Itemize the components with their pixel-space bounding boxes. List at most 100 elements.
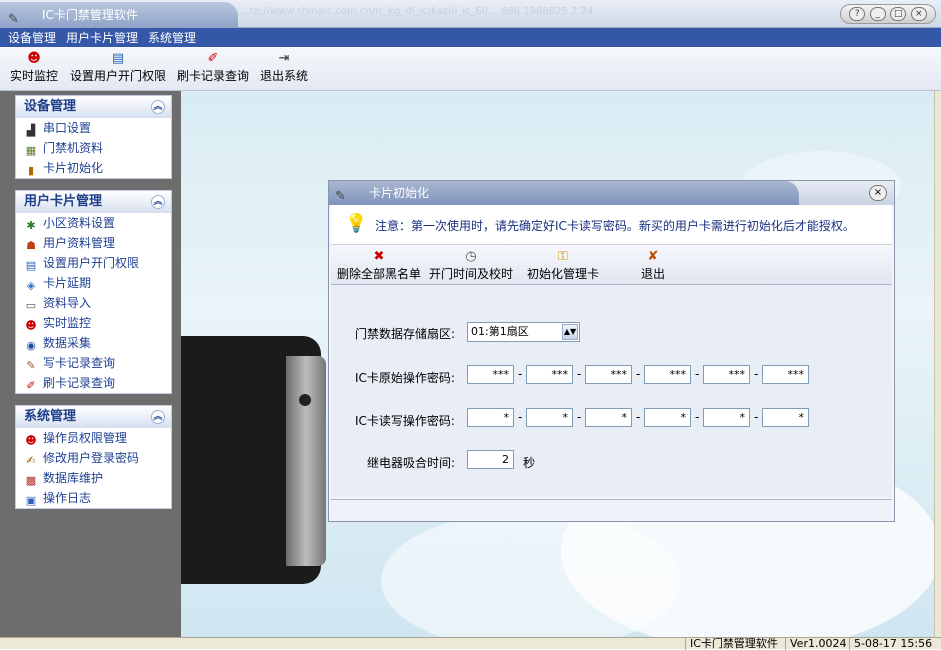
status-bar: IC卡门禁管理软件 Ver1.00240 5-08-17 15:56 [0, 637, 941, 650]
log-icon: ▣ [25, 494, 37, 507]
card-init-form: 门禁数据存储扇区: 01:第1扇区 ▲▼ IC卡原始操作密码: *** - **… [331, 285, 892, 497]
toolbar-swipe-record-button[interactable]: ✐ 刷卡记录查询 [177, 51, 249, 84]
sidebar-item-operator-permission[interactable]: ☻ 操作员权限管理 [16, 428, 171, 448]
panel-header[interactable]: 系统管理 ︽ [16, 406, 171, 428]
orig-password-field-6[interactable]: *** [762, 365, 809, 384]
dialog-close-icon[interactable]: × [869, 185, 887, 201]
maximize-icon[interactable]: □ [890, 7, 907, 21]
panel-header[interactable]: 用户卡片管理 ︽ [16, 191, 171, 213]
sidebar-item-import[interactable]: ▭ 资料导入 [16, 293, 171, 313]
separator-dash: - [518, 410, 523, 424]
menu-device-management[interactable]: 设备管理 [8, 29, 56, 46]
rw-password-field-4[interactable]: * [644, 408, 691, 427]
write-record-icon: ✎ [26, 359, 36, 372]
collapse-icon[interactable]: ︽ [151, 195, 165, 209]
window-title: IC卡门禁管理软件 [42, 8, 138, 22]
toolbar-set-permission-button[interactable]: ▤ 设置用户开门权限 [70, 51, 166, 84]
sidebar-item-card-extend[interactable]: ◈ 卡片延期 [16, 273, 171, 293]
sidebar-item-door-controller[interactable]: ▦ 门禁机资料 [16, 138, 171, 158]
sidebar-item-write-record[interactable]: ✎ 写卡记录查询 [16, 353, 171, 373]
sidebar-item-card-init[interactable]: ▮ 卡片初始化 [16, 158, 171, 178]
toolbar-label: 刷卡记录查询 [177, 69, 250, 83]
main-toolbar: ☻ 实时监控 ▤ 设置用户开门权限 ✐ 刷卡记录查询 ⇥ 退出系统 [0, 47, 941, 91]
panel-title: 设备管理 [24, 99, 77, 114]
sidebar-item-label: 数据采集 [43, 336, 92, 350]
panel-device-management: 设备管理 ︽ ▟ 串口设置 ▦ 门禁机资料 ▮ 卡片初始化 [15, 95, 172, 179]
toolbar-label: 初始化管理卡 [527, 267, 600, 281]
sidebar: 设备管理 ︽ ▟ 串口设置 ▦ 门禁机资料 ▮ 卡片初始化 用户卡片管理 ︽ ✱ 小区资料设… [0, 91, 181, 637]
sector-select[interactable]: 01:第1扇区 ▲▼ [467, 322, 580, 342]
orig-password-field-5[interactable]: *** [703, 365, 750, 384]
notice-panel: 💡 注意：第一次使用时，请先确定好IC卡读写密码。新买的用户卡需进行初始化后才能… [331, 205, 892, 245]
close-icon[interactable]: × [910, 7, 927, 21]
separator-dash: - [577, 367, 582, 381]
door-time-sync-button[interactable]: ◷ 开门时间及校时 [429, 249, 513, 282]
dialog-exit-button[interactable]: ✘ 退出 [641, 249, 665, 282]
orig-password-field-1[interactable]: *** [467, 365, 514, 384]
rw-password-field-1[interactable]: * [467, 408, 514, 427]
sidebar-item-change-password[interactable]: ✍ 修改用户登录密码 [16, 448, 171, 468]
delete-blacklist-button[interactable]: ✖ 删除全部黑名单 [337, 249, 421, 282]
rw-password-field-6[interactable]: * [762, 408, 809, 427]
panel-user-card-management: 用户卡片管理 ︽ ✱ 小区资料设置 ☗ 用户资料管理 ▤ 设置用户开门权限 ◈ 卡片延期 … [15, 190, 172, 394]
rw-password-field-5[interactable]: * [703, 408, 750, 427]
panel-system-management: 系统管理 ︽ ☻ 操作员权限管理 ✍ 修改用户登录密码 ▩ 数据库维护 ▣ 操作日志 [15, 405, 172, 509]
toolbar-exit-button[interactable]: ⇥ 退出系统 [260, 51, 308, 84]
collapse-icon[interactable]: ︽ [151, 410, 165, 424]
minimize-icon[interactable]: _ [869, 7, 886, 21]
sidebar-item-label: 数据库维护 [43, 471, 104, 485]
sidebar-item-operation-log[interactable]: ▣ 操作日志 [16, 488, 171, 508]
orig-password-field-2[interactable]: *** [526, 365, 573, 384]
dialog-bottom-bar [331, 499, 892, 519]
toolbar-realtime-monitor-button[interactable]: ☻ 实时监控 [10, 51, 58, 84]
sidebar-item-permission[interactable]: ▤ 设置用户开门权限 [16, 253, 171, 273]
sidebar-item-label: 小区资料设置 [43, 216, 116, 230]
sidebar-item-serial-port[interactable]: ▟ 串口设置 [16, 118, 171, 138]
help-icon[interactable]: ? [849, 7, 866, 21]
database-icon: ▩ [25, 474, 37, 487]
dialog-title-bar: ✎ 卡片初始化 × [329, 181, 894, 205]
change-password-icon: ✍ [26, 454, 36, 467]
panel-header[interactable]: 设备管理 ︽ [16, 96, 171, 118]
toolbar-label: 开门时间及校时 [429, 267, 514, 281]
chevron-down-icon[interactable]: ▲▼ [562, 324, 578, 340]
menu-user-card-management[interactable]: 用户卡片管理 [66, 29, 138, 46]
menu-system-management[interactable]: 系统管理 [148, 29, 196, 46]
right-edge-window [934, 91, 941, 637]
app-icon: ✎ [8, 12, 19, 27]
sidebar-item-user-data[interactable]: ☗ 用户资料管理 [16, 233, 171, 253]
relay-time-input[interactable]: 2 [467, 450, 514, 469]
sidebar-item-label: 刷卡记录查询 [43, 376, 116, 390]
relay-time-label: 继电器吸合时间: [367, 456, 456, 470]
orig-password-field-3[interactable]: *** [585, 365, 632, 384]
serial-port-icon: ▟ [26, 124, 36, 137]
sidebar-item-community[interactable]: ✱ 小区资料设置 [16, 213, 171, 233]
toolbar-label: 删除全部黑名单 [337, 267, 422, 281]
sidebar-item-label: 资料导入 [43, 296, 92, 310]
collapse-icon[interactable]: ︽ [151, 100, 165, 114]
card-stack-icon: ▮ [27, 164, 35, 177]
sector-label: 门禁数据存储扇区: [355, 327, 456, 341]
rw-password-field-3[interactable]: * [585, 408, 632, 427]
sidebar-item-label: 串口设置 [43, 121, 92, 135]
sidebar-item-monitor[interactable]: ☻ 实时监控 [16, 313, 171, 333]
orig-password-field-4[interactable]: *** [644, 365, 691, 384]
separator-dash: - [754, 410, 759, 424]
card-extend-icon: ◈ [26, 279, 36, 292]
sidebar-item-label: 实时监控 [43, 316, 92, 330]
sidebar-item-data-collect[interactable]: ◉ 数据采集 [16, 333, 171, 353]
clock-icon: ◷ [465, 249, 477, 264]
data-collect-icon: ◉ [26, 339, 36, 352]
separator-dash: - [636, 410, 641, 424]
init-admin-card-button[interactable]: ⚿ 初始化管理卡 [527, 249, 599, 282]
sidebar-item-db-maintenance[interactable]: ▩ 数据库维护 [16, 468, 171, 488]
rw-password-field-2[interactable]: * [526, 408, 573, 427]
monitor-face-icon: ☻ [27, 51, 41, 66]
title-tab: ✎ IC卡门禁管理软件 [0, 2, 238, 28]
rw-password-label: IC卡读写操作密码: [355, 414, 455, 428]
sidebar-item-label: 修改用户登录密码 [43, 451, 140, 465]
panel-title: 系统管理 [24, 409, 77, 424]
status-app-name: IC卡门禁管理软件 [685, 638, 783, 650]
toolbar-label: 退出 [641, 267, 666, 281]
sidebar-item-swipe-record[interactable]: ✐ 刷卡记录查询 [16, 373, 171, 393]
